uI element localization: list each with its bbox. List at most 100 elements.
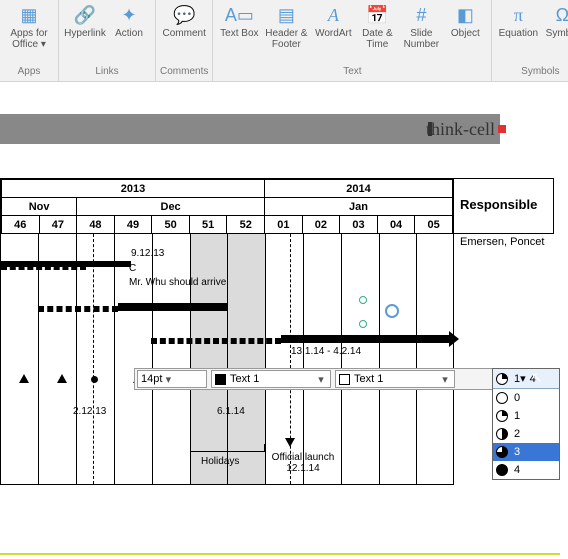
week-cell: 49 bbox=[114, 216, 152, 234]
cursor-icon: ↖ bbox=[531, 369, 543, 386]
week-cell: 05 bbox=[415, 216, 453, 234]
ribbon: ▦Apps for Office ▾ Apps 🔗Hyperlink ✦Acti… bbox=[0, 0, 568, 82]
responsible-column: Responsible Emersen, Poncet bbox=[454, 178, 554, 258]
task-c: C bbox=[129, 263, 136, 274]
arrow-icon bbox=[449, 331, 459, 347]
year-2013: 2013 bbox=[2, 180, 265, 198]
gantt-chart[interactable]: 2013 2014 Nov Dec Jan 46 47 48 49 50 51 … bbox=[0, 178, 454, 485]
pie-icon bbox=[496, 428, 508, 440]
slidenum-icon: # bbox=[416, 4, 426, 26]
responsible-cell[interactable]: Emersen, Poncet bbox=[454, 234, 554, 258]
week-cell: 04 bbox=[377, 216, 415, 234]
fill-color-combo[interactable]: Text 1▾ bbox=[211, 370, 331, 388]
color-swatch bbox=[339, 374, 350, 385]
wordart-icon: A bbox=[328, 4, 339, 26]
action-button[interactable]: ✦Action bbox=[107, 2, 151, 64]
chevron-down-icon[interactable]: ▾ bbox=[162, 373, 174, 386]
comment-button[interactable]: 💬Comment bbox=[162, 2, 206, 64]
week-cell: 46 bbox=[2, 216, 40, 234]
symbol-button[interactable]: ΩSymbol bbox=[540, 2, 568, 64]
dropdown-option[interactable]: 4 bbox=[493, 461, 559, 479]
gantt-body[interactable]: 9.12.13 C Mr. Whu should arrive 13.1.14 … bbox=[1, 234, 453, 484]
pie-icon bbox=[496, 373, 508, 385]
week-cell: 02 bbox=[302, 216, 340, 234]
marker-line bbox=[93, 234, 94, 484]
textbox-icon: A▭ bbox=[225, 4, 254, 26]
responsible-header: Responsible bbox=[454, 178, 554, 234]
milestone-icon bbox=[285, 438, 295, 447]
brand-logo: think-cell bbox=[426, 114, 506, 144]
slide-canvas: think-cell 2013 2014 Nov Dec Jan 46 47 4… bbox=[0, 90, 568, 559]
week-cell: 48 bbox=[77, 216, 115, 234]
pie-icon bbox=[496, 410, 508, 422]
pie-icon bbox=[496, 446, 508, 458]
month-nov: Nov bbox=[2, 198, 77, 216]
dropdown-option[interactable]: 3↖ bbox=[493, 443, 559, 461]
header-footer-button[interactable]: ▤Header & Footer bbox=[261, 2, 311, 64]
task-bar[interactable] bbox=[118, 303, 228, 311]
font-size-combo[interactable]: 14pt▾ bbox=[137, 370, 207, 388]
task-bar[interactable] bbox=[38, 306, 118, 312]
week-cell: 03 bbox=[340, 216, 378, 234]
text-box-button[interactable]: A▭Text Box bbox=[217, 2, 261, 64]
holidays-label: Holidays bbox=[201, 456, 239, 467]
action-icon: ✦ bbox=[121, 4, 136, 26]
month-dec: Dec bbox=[77, 198, 265, 216]
launch-label: Official launch 12.1.14 bbox=[263, 452, 343, 474]
wordart-button[interactable]: AWordArt bbox=[311, 2, 355, 64]
date-time-button[interactable]: 📅Date & Time bbox=[355, 2, 399, 64]
milestone-label: 2.12.13 bbox=[73, 406, 106, 417]
hyperlink-button[interactable]: 🔗Hyperlink bbox=[63, 2, 107, 64]
month-jan: Jan bbox=[265, 198, 453, 216]
line-color-combo[interactable]: Text 1▾ bbox=[335, 370, 455, 388]
selection-handle[interactable] bbox=[359, 296, 367, 304]
group-label-symbols: Symbols bbox=[521, 66, 559, 79]
chevron-down-icon[interactable]: ▾ bbox=[315, 373, 327, 386]
dropdown-option[interactable]: 0 bbox=[493, 389, 559, 407]
task-bar[interactable] bbox=[281, 335, 451, 343]
pie-icon bbox=[496, 464, 508, 476]
group-label-links: Links bbox=[95, 66, 118, 79]
milestone-icon[interactable] bbox=[91, 376, 98, 383]
title-placeholder[interactable] bbox=[0, 114, 500, 144]
task-note: Mr. Whu should arrive bbox=[129, 277, 226, 288]
milestone-label: 6.1.14 bbox=[217, 406, 245, 417]
task-bar[interactable] bbox=[1, 261, 131, 267]
week-cell: 01 bbox=[265, 216, 303, 234]
equation-icon: π bbox=[514, 4, 523, 26]
harvey-ball-icon[interactable] bbox=[385, 304, 399, 318]
milestone-icon[interactable] bbox=[19, 374, 29, 383]
selection-handle[interactable] bbox=[359, 320, 367, 328]
week-cell: 52 bbox=[227, 216, 265, 234]
week-cell: 51 bbox=[189, 216, 227, 234]
pie-icon bbox=[496, 392, 508, 404]
symbol-icon: Ω bbox=[556, 4, 568, 26]
date-icon: 📅 bbox=[366, 4, 388, 26]
hyperlink-icon: 🔗 bbox=[74, 4, 96, 26]
slide-border bbox=[0, 553, 560, 555]
format-toolbar[interactable]: 14pt▾ Text 1▾ Text 1▾ bbox=[134, 368, 554, 390]
apps-for-office-button[interactable]: ▦Apps for Office ▾ bbox=[4, 2, 54, 64]
object-button[interactable]: ◧Object bbox=[443, 2, 487, 64]
group-label-apps: Apps bbox=[18, 66, 41, 79]
milestone-icon[interactable] bbox=[57, 374, 67, 383]
slide-number-button[interactable]: #Slide Number bbox=[399, 2, 443, 64]
bracket bbox=[190, 444, 265, 452]
chevron-down-icon[interactable]: ▾ bbox=[439, 373, 451, 386]
comment-icon: 💬 bbox=[173, 4, 195, 26]
week-cell: 50 bbox=[152, 216, 190, 234]
equation-button[interactable]: πEquation bbox=[496, 2, 540, 64]
year-2014: 2014 bbox=[265, 180, 453, 198]
dropdown-option[interactable]: 2 bbox=[493, 425, 559, 443]
week-cell: 47 bbox=[39, 216, 77, 234]
chevron-down-icon[interactable]: ▾ bbox=[520, 372, 526, 385]
group-label-text: Text bbox=[343, 66, 361, 79]
group-label-comments: Comments bbox=[160, 66, 208, 79]
dropdown-option[interactable]: 1 bbox=[493, 407, 559, 425]
task-date: 9.12.13 bbox=[131, 248, 164, 259]
range-label: 13.1.14 - 4.2.14 bbox=[291, 346, 361, 357]
task-bar[interactable] bbox=[151, 338, 281, 344]
object-icon: ◧ bbox=[457, 4, 474, 26]
harvey-ball-dropdown[interactable]: 1 ▾ 4 0 1 2 3↖ 4 bbox=[492, 368, 560, 480]
gantt-header: 2013 2014 Nov Dec Jan 46 47 48 49 50 51 … bbox=[1, 179, 453, 234]
